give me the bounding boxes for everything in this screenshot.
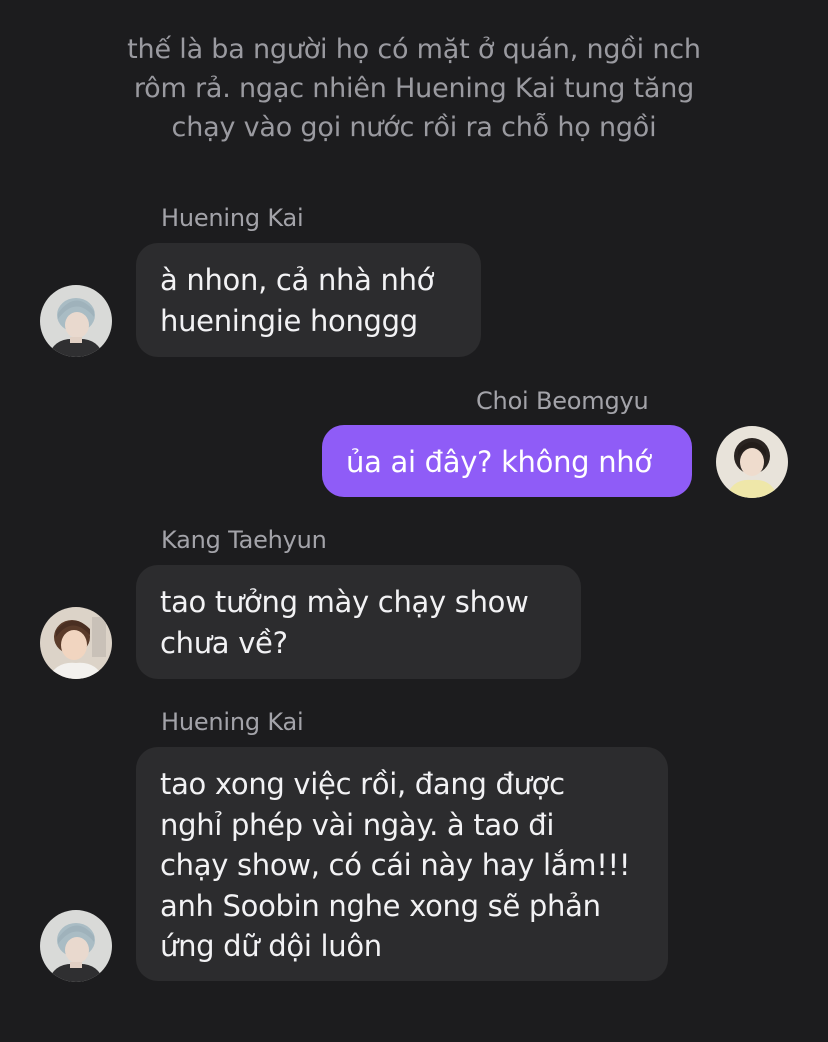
- message-line: tao xong việc rồi, đang được: [160, 767, 565, 801]
- message-line: chưa về?: [160, 625, 288, 660]
- huening-kai-avatar[interactable]: [40, 285, 112, 357]
- message-line: anh Soobin nghe xong sẽ phản: [160, 888, 601, 923]
- message-line: ứng dữ dội luôn: [160, 929, 382, 963]
- message-bubble[interactable]: tao tưởng mày chạy show chưa về?: [136, 565, 581, 679]
- sender-name: Huening Kai: [161, 708, 304, 736]
- sender-name: Kang Taehyun: [161, 526, 327, 554]
- message-line: chạy show, có cái này hay lắm!!!: [160, 848, 631, 882]
- message-line: ủa ai đây? không nhớ: [346, 445, 652, 479]
- narration-line: rôm rả. ngạc nhiên Huening Kai tung tăng: [133, 73, 695, 104]
- narration-line: chạy vào gọi nước rồi ra chỗ họ ngồi: [171, 112, 657, 143]
- choi-beomgyu-avatar[interactable]: [716, 426, 788, 498]
- message-line: nghỉ phép vài ngày. à tao đi: [160, 807, 555, 842]
- message-line: à nhon, cả nhà nhớ: [160, 263, 435, 297]
- message-line: hueningie honggg: [160, 303, 418, 338]
- sender-name: Huening Kai: [161, 204, 304, 232]
- message-bubble[interactable]: tao xong việc rồi, đang được nghỉ phép v…: [136, 747, 668, 981]
- message-bubble[interactable]: ủa ai đây? không nhớ: [322, 425, 692, 497]
- message-bubble[interactable]: à nhon, cả nhà nhớ hueningie honggg: [136, 243, 481, 357]
- sender-name: Choi Beomgyu: [476, 387, 649, 415]
- huening-kai-avatar[interactable]: [40, 910, 112, 982]
- narration-text: thế là ba người họ có mặt ở quán, ngồi n…: [60, 30, 768, 147]
- narration-line: thế là ba người họ có mặt ở quán, ngồi n…: [127, 34, 701, 65]
- kang-taehyun-avatar[interactable]: [40, 607, 112, 679]
- message-line: tao tưởng mày chạy show: [160, 585, 529, 619]
